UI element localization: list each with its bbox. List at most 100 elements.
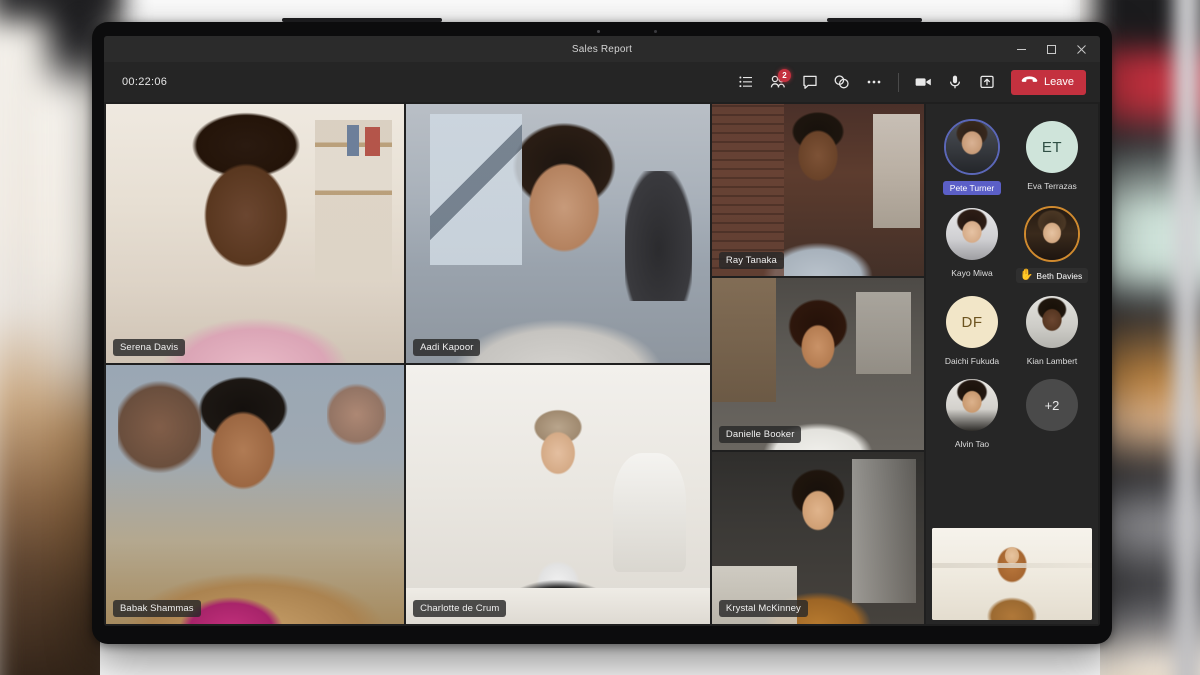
participant-name-label: Aadi Kapoor (413, 339, 481, 356)
light-decor (856, 291, 912, 375)
brick-wall-decor (711, 104, 784, 276)
app-window: Sales Report 00:22:06 2 Leave Serena Dav… (104, 36, 1100, 626)
camera-icon (914, 74, 933, 90)
video-tile-serena-davis[interactable]: Serena Davis (106, 104, 405, 363)
video-stage: Serena Davis Aadi Kapoor Ray Tanaka Dani… (104, 102, 1100, 626)
show-participants-button[interactable]: 2 (763, 68, 793, 96)
front-camera-icon (597, 30, 600, 33)
video-grid-column-3: Ray Tanaka Danielle Booker Krystal McKin… (711, 104, 924, 624)
avatar-wrapper: ET (1023, 118, 1081, 176)
roster-name-label: Pete Turner (942, 181, 1002, 195)
roster-grid: Pete Turner ET Eva Terrazas Kayo Miwa ✋ Beth … (932, 114, 1092, 449)
avatar (946, 379, 998, 431)
clothing-rail-decor (851, 458, 916, 604)
meeting-timer: 00:22:06 (122, 76, 168, 88)
roster-item-kayo-miwa[interactable]: Kayo Miwa (932, 201, 1012, 283)
roster-name-label: Eva Terrazas (1027, 181, 1077, 191)
bezel-strip-right (827, 18, 922, 22)
avatar-wrapper (943, 205, 1001, 263)
self-view-tile[interactable] (932, 528, 1092, 620)
toggle-mic-button[interactable] (940, 68, 970, 96)
roster-item-pete-turner[interactable]: Pete Turner (932, 114, 1012, 195)
participant-name-label: Ray Tanaka (718, 252, 784, 269)
wall-art-decor-2 (326, 380, 387, 448)
close-button[interactable] (1066, 36, 1096, 62)
roster-name-label: Alvin Tao (954, 439, 990, 449)
wood-panel-decor (711, 278, 776, 402)
avatar (1026, 208, 1078, 260)
participant-name-label: Danielle Booker (718, 426, 802, 443)
roster-item-daichi-fukuda[interactable]: DF Daichi Fukuda (932, 289, 1012, 366)
reactions-icon (833, 74, 851, 90)
video-feed (106, 104, 405, 363)
chat-icon (802, 74, 818, 90)
roster-item-beth-davies[interactable]: ✋ Beth Davies (1012, 201, 1092, 283)
show-reactions-button[interactable] (827, 68, 857, 96)
video-grid: Serena Davis Aadi Kapoor Ray Tanaka Dani… (106, 104, 924, 624)
avatar-wrapper: +2 (1023, 376, 1081, 434)
participant-name-label: Charlotte de Crum (413, 600, 507, 617)
avatar (946, 121, 998, 173)
avatar-wrapper: DF (943, 293, 1001, 351)
show-chat-button[interactable] (795, 68, 825, 96)
avatar-initials: DF (946, 296, 998, 348)
wall-art-decor (117, 375, 202, 479)
chair-decor (612, 453, 686, 573)
roster-overflow-item[interactable]: +2 (1012, 372, 1092, 449)
video-tile-charlotte-de-crum[interactable]: Charlotte de Crum (406, 365, 710, 624)
participant-name-label: Krystal McKinney (718, 600, 808, 617)
share-screen-icon (979, 74, 995, 90)
hangup-icon (1021, 75, 1038, 89)
self-video-feed (932, 528, 1092, 620)
leave-button[interactable]: Leave (1011, 69, 1086, 95)
video-tile-danielle-booker[interactable]: Danielle Booker (711, 278, 924, 450)
window-title: Sales Report (571, 43, 633, 55)
avatar-initials: ET (1026, 121, 1078, 173)
video-tile-aadi-kapoor[interactable]: Aadi Kapoor (406, 104, 710, 363)
ellipsis-icon (865, 74, 883, 90)
avatar-wrapper (1023, 293, 1081, 351)
roster-item-kian-lambert[interactable]: Kian Lambert (1012, 289, 1092, 366)
roster-name-label: Kayo Miwa (951, 268, 993, 278)
roster-name-text: Beth Davies (1036, 270, 1083, 281)
roster-name-label: ✋ Beth Davies (1015, 268, 1089, 283)
avatar (1026, 296, 1078, 348)
participant-name-label: Serena Davis (113, 339, 186, 356)
window-controls (1006, 36, 1096, 62)
raised-hand-icon: ✋ (1019, 269, 1034, 281)
window-decor (430, 114, 522, 265)
roster-item-eva-terrazas[interactable]: ET Eva Terrazas (1012, 114, 1092, 195)
toolbar-divider (898, 72, 900, 92)
backdrop-right-edge (1174, 0, 1200, 675)
show-conversation-list-button[interactable] (731, 68, 761, 96)
video-tile-ray-tanaka[interactable]: Ray Tanaka (711, 104, 924, 276)
bezel-strip-left (282, 18, 442, 22)
video-feed (711, 278, 924, 450)
video-tile-babak-shammas[interactable]: Babak Shammas (106, 365, 405, 624)
video-feed (106, 365, 405, 624)
maximize-button[interactable] (1036, 36, 1066, 62)
share-screen-button[interactable] (972, 68, 1002, 96)
roster-item-alvin-tao[interactable]: Alvin Tao (932, 372, 1012, 449)
avatar-wrapper (1023, 205, 1081, 263)
minimize-button[interactable] (1006, 36, 1036, 62)
camera-sensor-icon (654, 30, 657, 33)
list-icon (738, 74, 754, 90)
microphone-icon (947, 74, 963, 90)
meeting-toolbar: 00:22:06 2 Leave (104, 62, 1100, 102)
avatar-wrapper (943, 376, 1001, 434)
video-feed (406, 104, 710, 363)
roster-name-label: Daichi Fukuda (944, 356, 1000, 366)
avatar-wrapper (943, 118, 1001, 176)
video-feed (406, 365, 710, 624)
toggle-camera-button[interactable] (908, 68, 938, 96)
toolbar-actions: 2 Leave (731, 68, 1086, 96)
more-actions-button[interactable] (859, 68, 889, 96)
book-decor (365, 127, 381, 156)
window-decor (873, 114, 920, 228)
backdrop-top-fill (120, 0, 1080, 22)
window-titlebar: Sales Report (104, 36, 1100, 62)
video-tile-krystal-mckinney[interactable]: Krystal McKinney (711, 452, 924, 624)
participant-roster: Pete Turner ET Eva Terrazas Kayo Miwa ✋ Beth … (926, 104, 1098, 624)
leave-button-label: Leave (1044, 76, 1074, 88)
